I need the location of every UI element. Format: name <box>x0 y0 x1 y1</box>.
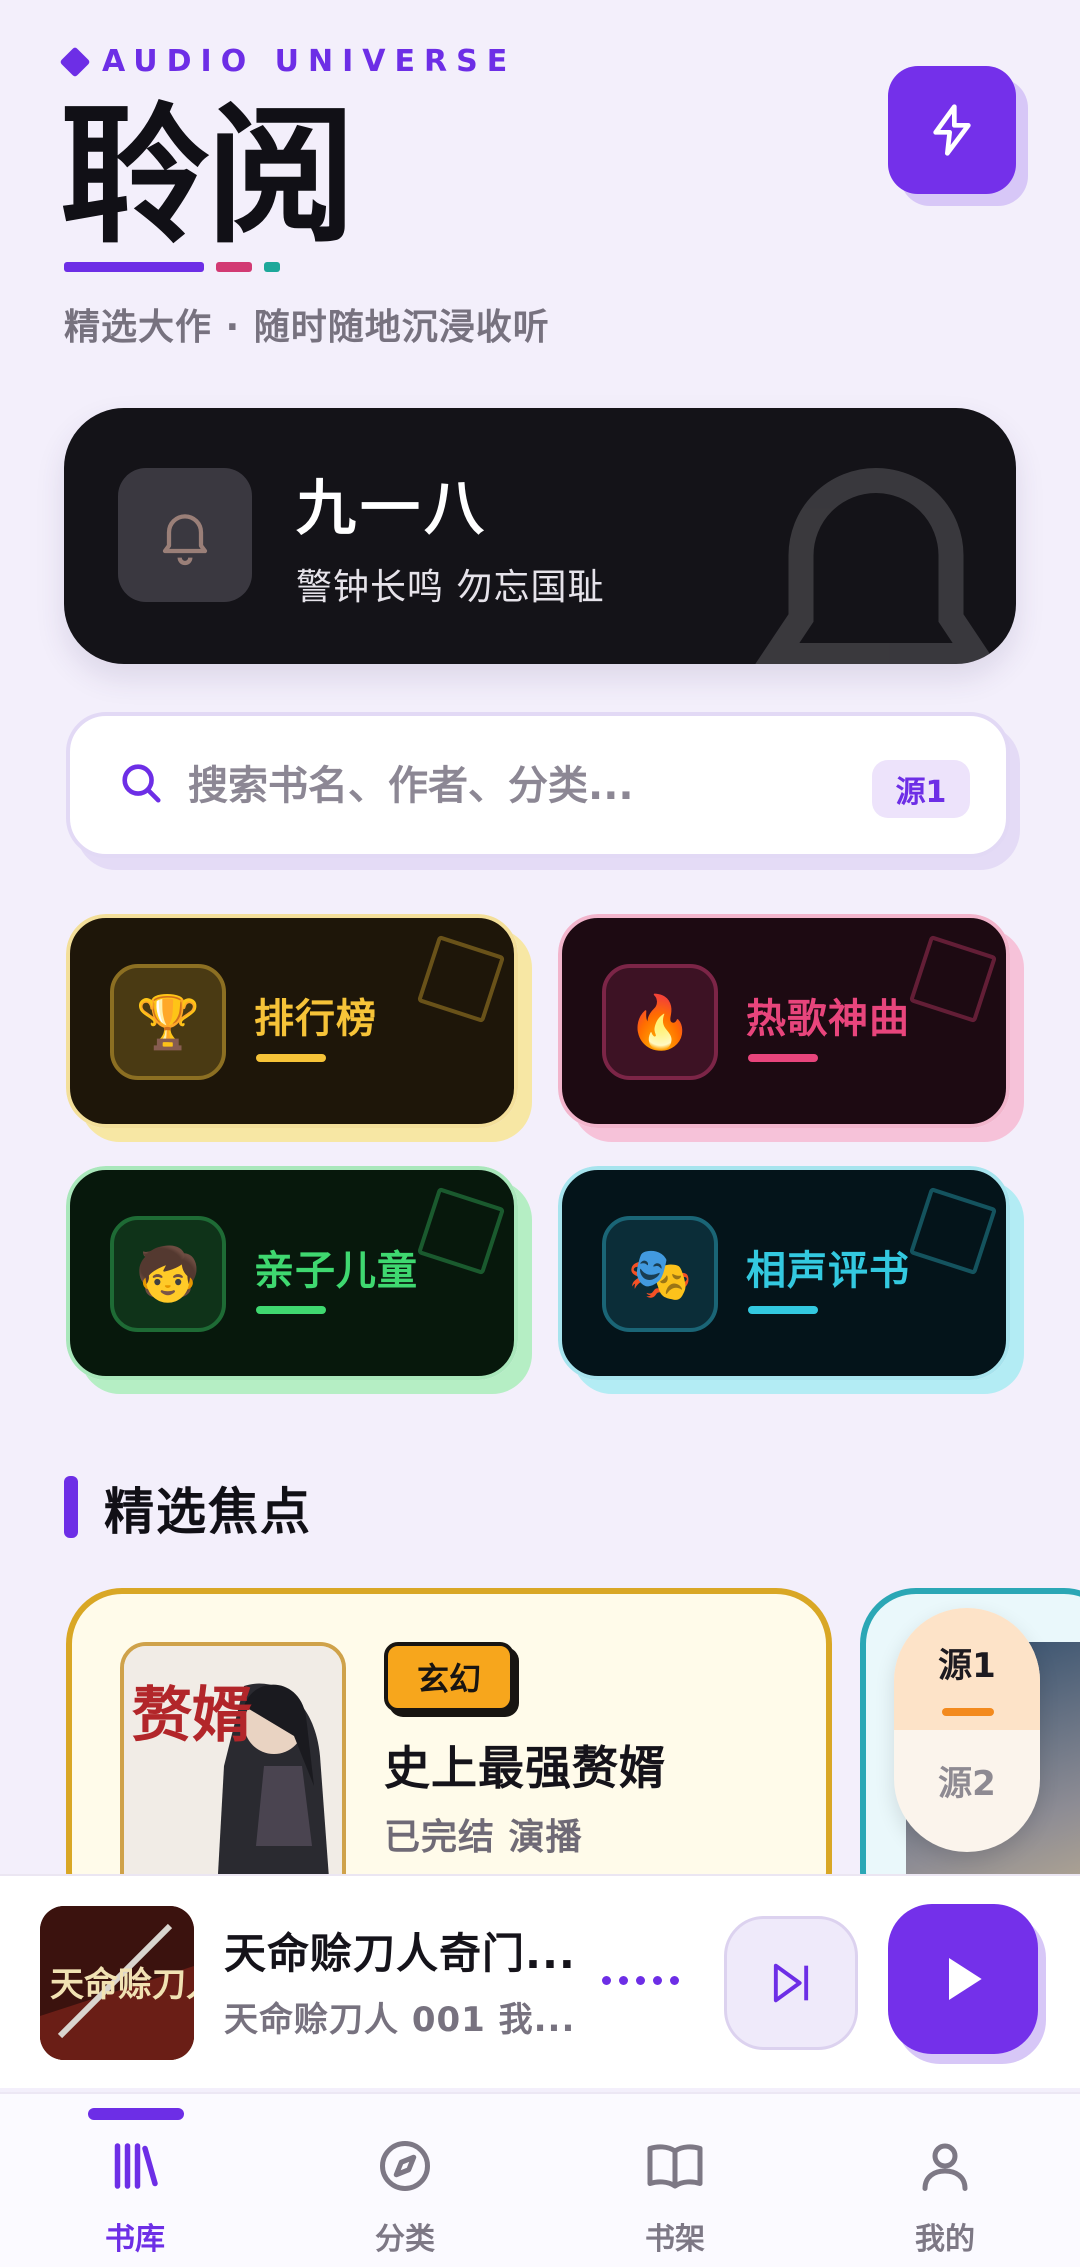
source-active-indicator <box>942 1708 994 1716</box>
search-bar[interactable]: 源1 <box>66 712 1010 858</box>
theater-masks-icon: 🎭 <box>602 1216 718 1332</box>
app-title: 聆阅 <box>60 90 356 264</box>
bell-icon-box <box>118 468 252 602</box>
audio-wave-indicator <box>602 1976 679 1985</box>
compass-icon <box>380 2141 430 2191</box>
banner-title: 九一八 <box>296 474 488 544</box>
skip-next-icon <box>773 1963 809 2003</box>
source-option-1-label: 源1 <box>938 1646 996 1686</box>
category-tile-ranking[interactable]: 🏆 排行榜 <box>66 914 518 1128</box>
category-tile-kids[interactable]: 🧒 亲子儿童 <box>66 1166 518 1380</box>
section-accent-bar <box>64 1476 78 1538</box>
next-track-button[interactable] <box>724 1916 858 2050</box>
source-badge[interactable]: 源1 <box>872 760 970 818</box>
bell-icon <box>162 514 208 566</box>
source-switcher[interactable]: 源1 源2 <box>894 1608 1040 1852</box>
user-icon <box>922 2143 968 2191</box>
brand-diamond-icon <box>59 45 91 78</box>
nav-label: 我的 <box>915 2222 975 2257</box>
library-icon <box>114 2143 158 2189</box>
category-label: 亲子儿童 <box>254 1248 418 1294</box>
category-tile-hot-songs[interactable]: 🔥 热歌神曲 <box>558 914 1010 1128</box>
fire-icon: 🔥 <box>602 964 718 1080</box>
nav-item-library[interactable]: 书库 <box>0 2094 270 2267</box>
cover-title: 赘婿 <box>132 1681 252 1751</box>
banner-subtitle: 警钟长鸣 勿忘国耻 <box>296 567 605 608</box>
category-tile-crosstalk[interactable]: 🎭 相声评书 <box>558 1166 1010 1380</box>
nav-label: 分类 <box>375 2222 435 2257</box>
search-icon <box>122 764 161 803</box>
bell-background-icon <box>755 468 997 664</box>
book-title: 史上最强赘婿 <box>384 1741 666 1795</box>
commemoration-banner[interactable]: 九一八 警钟长鸣 勿忘国耻 <box>64 408 1016 664</box>
nav-item-bookshelf[interactable]: 书架 <box>540 2094 810 2267</box>
nav-item-category[interactable]: 分类 <box>270 2094 540 2267</box>
bottom-navigation: 书库 分类 书架 我的 <box>0 2092 1080 2267</box>
source-option-2[interactable]: 源2 <box>894 1756 1040 1805</box>
lightning-icon <box>933 104 971 156</box>
nav-active-indicator <box>88 2108 184 2120</box>
play-icon <box>949 1958 982 2000</box>
now-playing-subtitle: 天命赊刀人 001 我... <box>224 2000 576 2040</box>
child-icon: 🧒 <box>110 1216 226 1332</box>
category-label: 热歌神曲 <box>746 996 910 1042</box>
trophy-icon: 🏆 <box>110 964 226 1080</box>
player-cover[interactable]: 天命赊刀人 <box>40 1906 194 2060</box>
brand-name: AUDIO UNIVERSE <box>102 44 517 79</box>
app-subtitle: 精选大作 · 随时随地沉浸收听 <box>64 307 550 348</box>
brand-row: AUDIO UNIVERSE <box>59 44 517 79</box>
genre-badge: 玄幻 <box>384 1642 514 1712</box>
title-decoration <box>64 262 280 272</box>
nav-label: 书架 <box>645 2222 705 2257</box>
search-input[interactable] <box>188 746 828 826</box>
nav-label: 书库 <box>105 2222 165 2257</box>
player-cover-title: 天命赊刀人 <box>50 1965 194 2005</box>
book-icon <box>647 2144 703 2189</box>
player-cover-art: 天命赊刀人 <box>40 1906 194 2060</box>
category-label: 排行榜 <box>254 996 377 1042</box>
flash-button[interactable] <box>888 66 1016 194</box>
nav-item-profile[interactable]: 我的 <box>810 2094 1080 2267</box>
now-playing-title: 天命赊刀人奇门... <box>224 1929 576 1978</box>
play-button[interactable] <box>888 1904 1038 2054</box>
section-title: 精选焦点 <box>104 1483 312 1541</box>
book-meta: 已完结 演播 <box>384 1817 583 1858</box>
mini-player[interactable]: 天命赊刀人 天命赊刀人奇门... 天命赊刀人 001 我... <box>0 1874 1080 2088</box>
category-label: 相声评书 <box>746 1248 910 1294</box>
